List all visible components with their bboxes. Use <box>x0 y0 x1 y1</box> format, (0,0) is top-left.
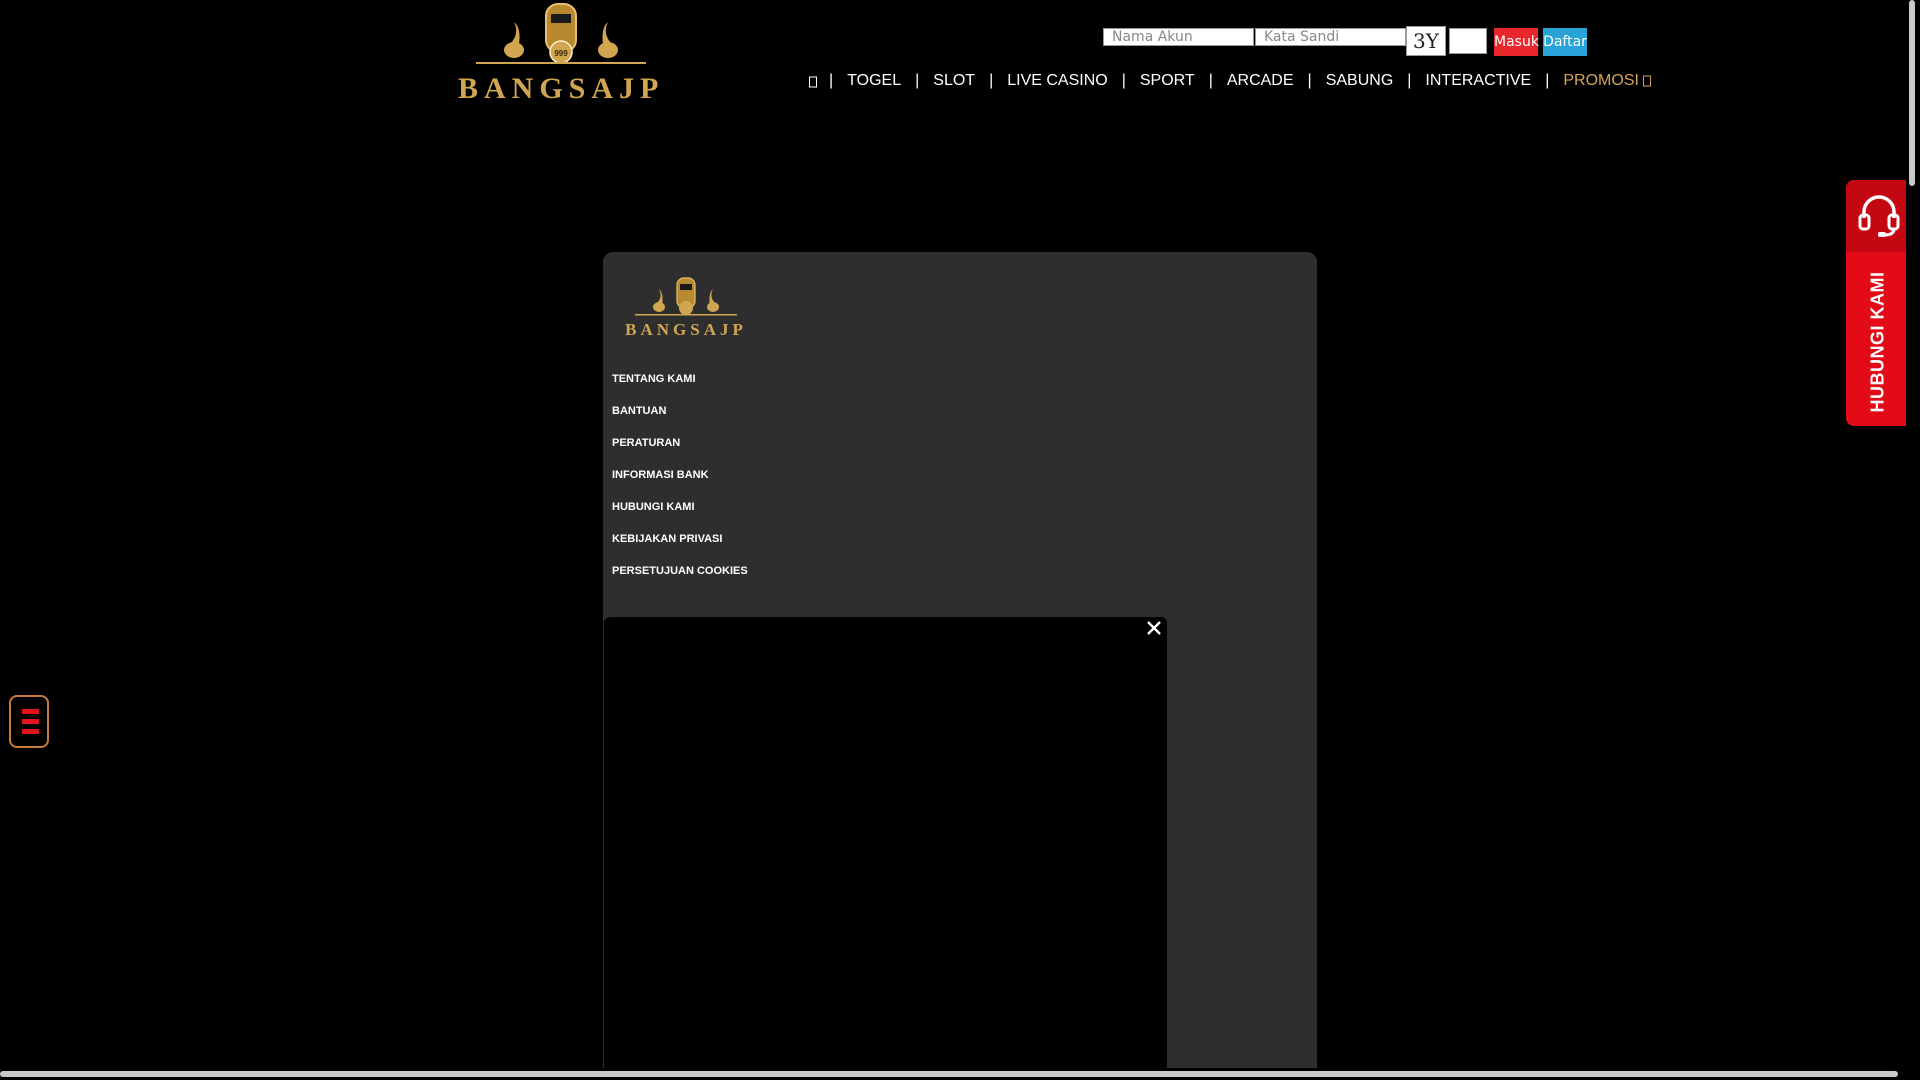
footer-link-item: INFORMASI BANK <box>612 465 748 497</box>
site-logo[interactable]: 999 BANGSAJP <box>458 0 664 105</box>
horizontal-scrollbar[interactable] <box>0 1068 1906 1080</box>
logo-emblem-icon: 999 <box>476 3 646 64</box>
vertical-scrollbar-thumb[interactable] <box>1909 0 1915 186</box>
nav-item-arcade[interactable]: ARCADE <box>1213 72 1308 90</box>
footer-logo-wordmark: BANGSAJP <box>625 320 747 339</box>
footer-link-bantuan[interactable]: BANTUAN <box>612 405 666 417</box>
main-nav: | TOGEL | SLOT | LIVE CASINO | SPORT | A… <box>805 70 1651 92</box>
footer-link-item: BANTUAN <box>612 401 748 433</box>
nav-item-interactive[interactable]: INTERACTIVE <box>1411 72 1545 90</box>
contact-label: HUBUNGI KAMI <box>1867 271 1888 413</box>
nav-home-link[interactable] <box>805 75 829 88</box>
nav-item-sabung[interactable]: SABUNG <box>1312 72 1408 90</box>
horizontal-scrollbar-thumb[interactable] <box>0 1071 1898 1077</box>
username-input[interactable] <box>1103 28 1254 46</box>
footer-link-informasi-bank[interactable]: INFORMASI BANK <box>612 469 709 481</box>
headset-icon <box>1858 195 1900 237</box>
gift-icon <box>1642 75 1651 87</box>
footer-link-item: TENTANG KAMI <box>612 369 748 401</box>
hamburger-bar <box>22 729 39 734</box>
hamburger-bar <box>22 719 39 724</box>
footer-link-kebijakan-privasi[interactable]: KEBIJAKAN PRIVASI <box>612 533 722 545</box>
footer-link-item: HUBUNGI KAMI <box>612 497 748 529</box>
nav-item-slot[interactable]: SLOT <box>919 72 989 90</box>
scrollbar-corner <box>1906 1068 1920 1080</box>
nav-item-togel[interactable]: TOGEL <box>833 72 915 90</box>
footer-link-persetujuan-cookies[interactable]: PERSETUJUAN COOKIES <box>612 565 748 577</box>
nav-item-sport[interactable]: SPORT <box>1126 72 1209 90</box>
nav-item-promosi[interactable]: PROMOSI <box>1549 72 1643 90</box>
popup-overlay <box>604 617 1167 1080</box>
footer-link-item: KEBIJAKAN PRIVASI <box>612 529 748 561</box>
hamburger-menu-icon[interactable] <box>9 695 49 748</box>
contact-widget-header <box>1846 180 1910 252</box>
login-button[interactable]: Masuk <box>1494 28 1539 56</box>
footer-link-item: PERATURAN <box>612 433 748 465</box>
close-icon[interactable] <box>1143 617 1165 639</box>
home-icon <box>809 76 817 88</box>
page: 999 BANGSAJP 3Y Masuk Daftar | TOGEL | S… <box>0 0 1920 1080</box>
captcha-image: 3Y <box>1406 26 1446 56</box>
footer-logo-emblem-icon <box>635 277 737 316</box>
password-input[interactable] <box>1255 28 1406 46</box>
vertical-scrollbar[interactable] <box>1906 0 1920 1080</box>
footer-logo[interactable]: BANGSAJP <box>625 276 747 340</box>
footer-links: TENTANG KAMI BANTUAN PERATURAN INFORMASI… <box>612 369 748 593</box>
hamburger-bar <box>22 709 39 714</box>
footer-link-item: PERSETUJUAN COOKIES <box>612 561 748 593</box>
footer-link-tentang-kami[interactable]: TENTANG KAMI <box>612 373 696 385</box>
footer-link-hubungi-kami[interactable]: HUBUNGI KAMI <box>612 501 695 513</box>
logo-wordmark: BANGSAJP <box>458 72 665 105</box>
svg-text:999: 999 <box>554 49 568 58</box>
register-button[interactable]: Daftar <box>1543 28 1587 56</box>
captcha-input[interactable] <box>1449 28 1487 54</box>
contact-widget[interactable]: HUBUNGI KAMI <box>1846 180 1910 426</box>
footer-link-peraturan[interactable]: PERATURAN <box>612 437 680 449</box>
nav-item-live-casino[interactable]: LIVE CASINO <box>993 72 1121 90</box>
